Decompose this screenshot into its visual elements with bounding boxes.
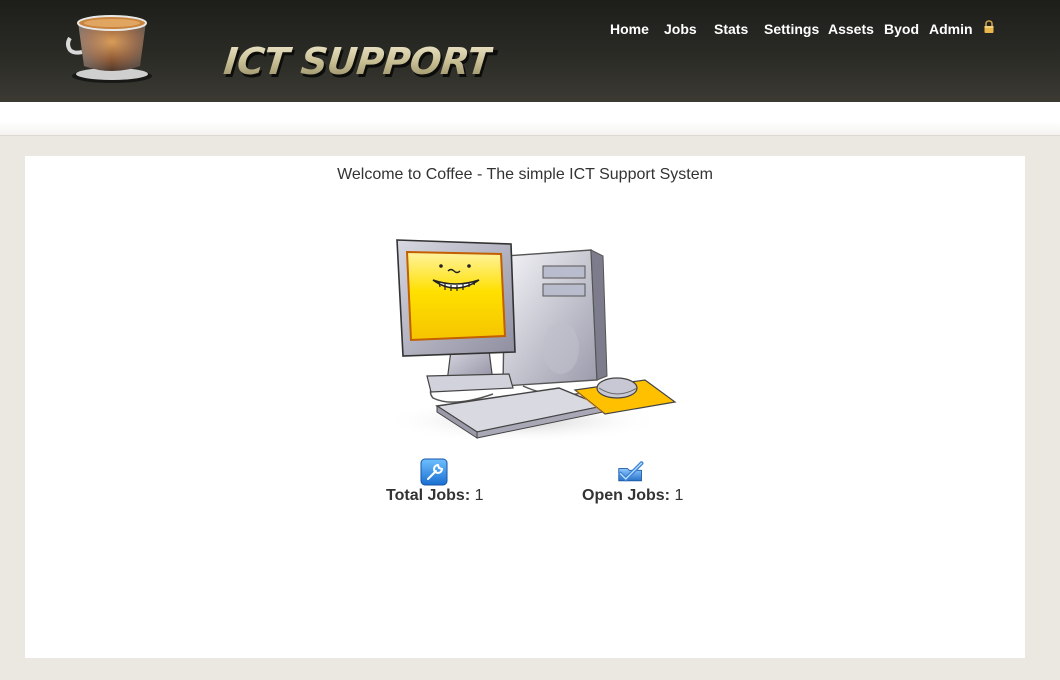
nav-stats[interactable]: Stats <box>714 21 748 37</box>
sub-header-bar <box>0 102 1060 136</box>
logo-text: ICT SUPPORT <box>221 40 495 83</box>
welcome-message: Welcome to Coffee - The simple ICT Suppo… <box>337 166 713 183</box>
logo[interactable]: ICT SUPPORT ICT SUPPORT <box>60 10 496 90</box>
nav-jobs[interactable]: Jobs <box>664 21 697 37</box>
coffee-cup-icon <box>66 15 152 83</box>
wrench-icon <box>420 458 448 486</box>
content-panel: Welcome to Coffee - The simple ICT Suppo… <box>25 156 1025 658</box>
open-jobs-label: Open Jobs: <box>582 487 671 504</box>
header: ICT SUPPORT ICT SUPPORT Home Jobs Stats … <box>0 0 1060 102</box>
total-jobs-value: 1 <box>474 487 484 504</box>
total-jobs-stat: Total Jobs: 1 <box>386 487 484 505</box>
nav-assets[interactable]: Assets <box>828 21 874 37</box>
nav-home[interactable]: Home <box>610 21 649 37</box>
nav-admin[interactable]: Admin <box>929 21 973 37</box>
nav-settings[interactable]: Settings <box>764 21 819 37</box>
total-jobs-label: Total Jobs: <box>386 487 471 504</box>
open-jobs-value: 1 <box>674 487 684 504</box>
nav-byod[interactable]: Byod <box>884 21 919 37</box>
lock-icon[interactable] <box>983 20 995 34</box>
computer-illustration <box>393 239 677 443</box>
open-jobs-stat: Open Jobs: 1 <box>582 487 683 505</box>
folder-check-icon <box>618 461 644 482</box>
